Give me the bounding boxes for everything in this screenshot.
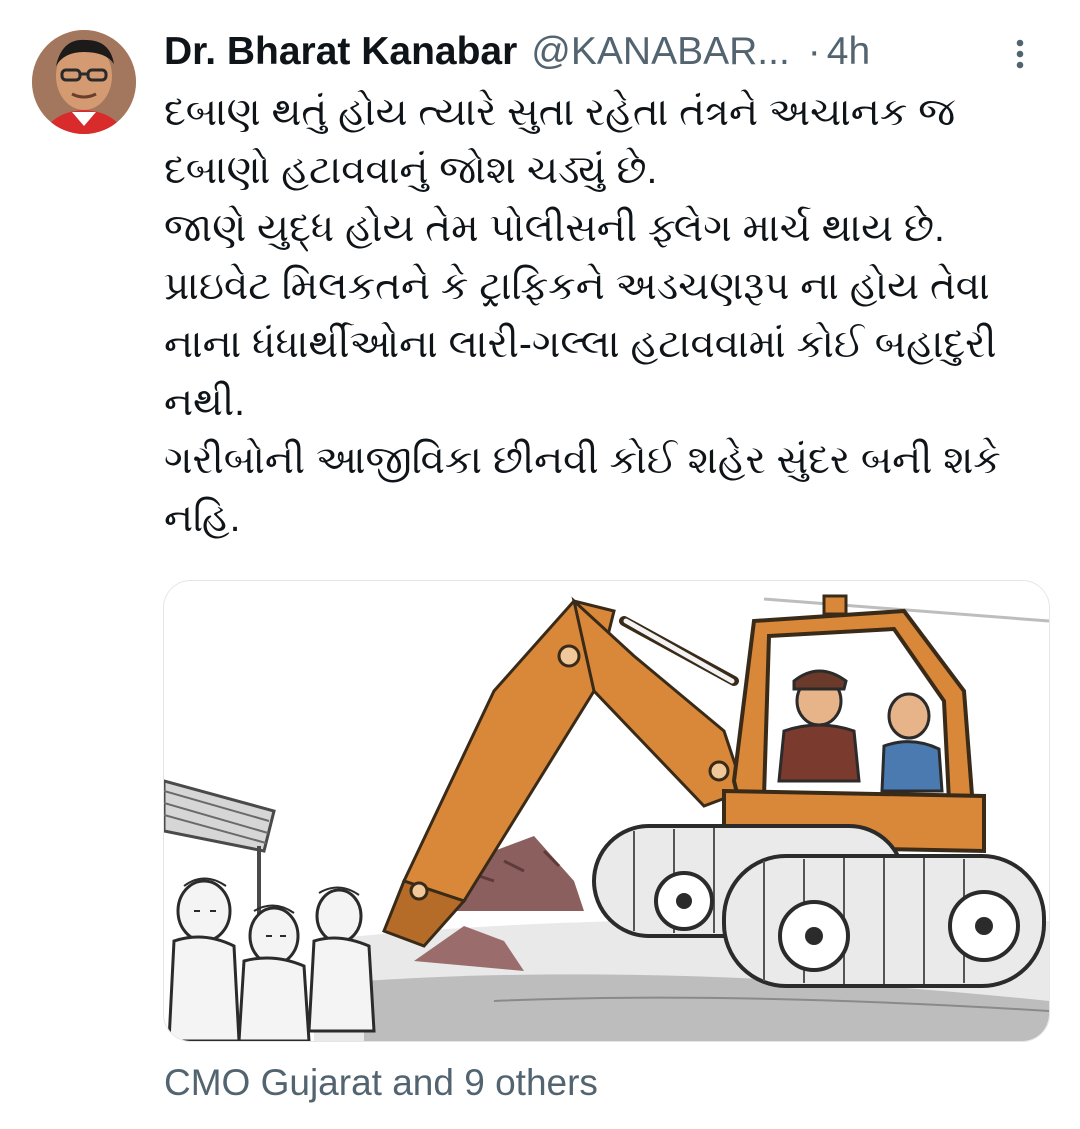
author-display-name[interactable]: Dr. Bharat Kanabar	[164, 30, 517, 74]
more-vertical-icon[interactable]	[1000, 34, 1040, 74]
profile-photo-image	[32, 30, 136, 134]
tweet-text-line: ગરીબોની આજીવિકા છીનવી કોઈ શહેર સુંદર બની…	[164, 439, 1001, 482]
separator-dot: ·	[807, 30, 821, 73]
author-avatar[interactable]	[32, 30, 136, 134]
tweet-text-line: દબાણ થતું હોય ત્યારે સુતા રહેતા તંત્રને …	[164, 91, 956, 134]
tweet[interactable]: Dr. Bharat Kanabar @KANABAR... · 4h દબાણ…	[0, 0, 1080, 1129]
liked-by-summary[interactable]: CMO Gujarat and 9 others	[164, 1062, 598, 1104]
tweet-text-line: પ્રાઇવેટ મિલકતને કે ટ્રાફિકને અડચણરૂપ ના…	[164, 265, 990, 308]
tweet-header: Dr. Bharat Kanabar @KANABAR... · 4h	[164, 28, 1040, 76]
tweet-timestamp[interactable]: 4h	[827, 30, 870, 74]
tweet-text-line: દબાણો હટાવવાનું જોશ ચડ્યું છે.	[164, 149, 658, 192]
tweet-text-line: નાના ધંધાર્થીઓના લારી-ગલ્લા હટાવવામાં કો…	[164, 323, 997, 366]
excavator-cartoon-image	[164, 581, 1049, 1041]
tweet-text-line: નહિ.	[164, 497, 241, 540]
tweet-text: દબાણ થતું હોય ત્યારે સુતા રહેતા તંત્રને …	[164, 84, 1044, 548]
tweet-media[interactable]	[163, 580, 1050, 1042]
tweet-text-line: નથી.	[164, 381, 245, 424]
author-handle[interactable]: @KANABAR...	[531, 30, 790, 74]
tweet-text-line: જાણે યુદ્ધ હોય તેમ પોલીસની ફ્લેગ માર્ચ થ…	[164, 207, 945, 250]
